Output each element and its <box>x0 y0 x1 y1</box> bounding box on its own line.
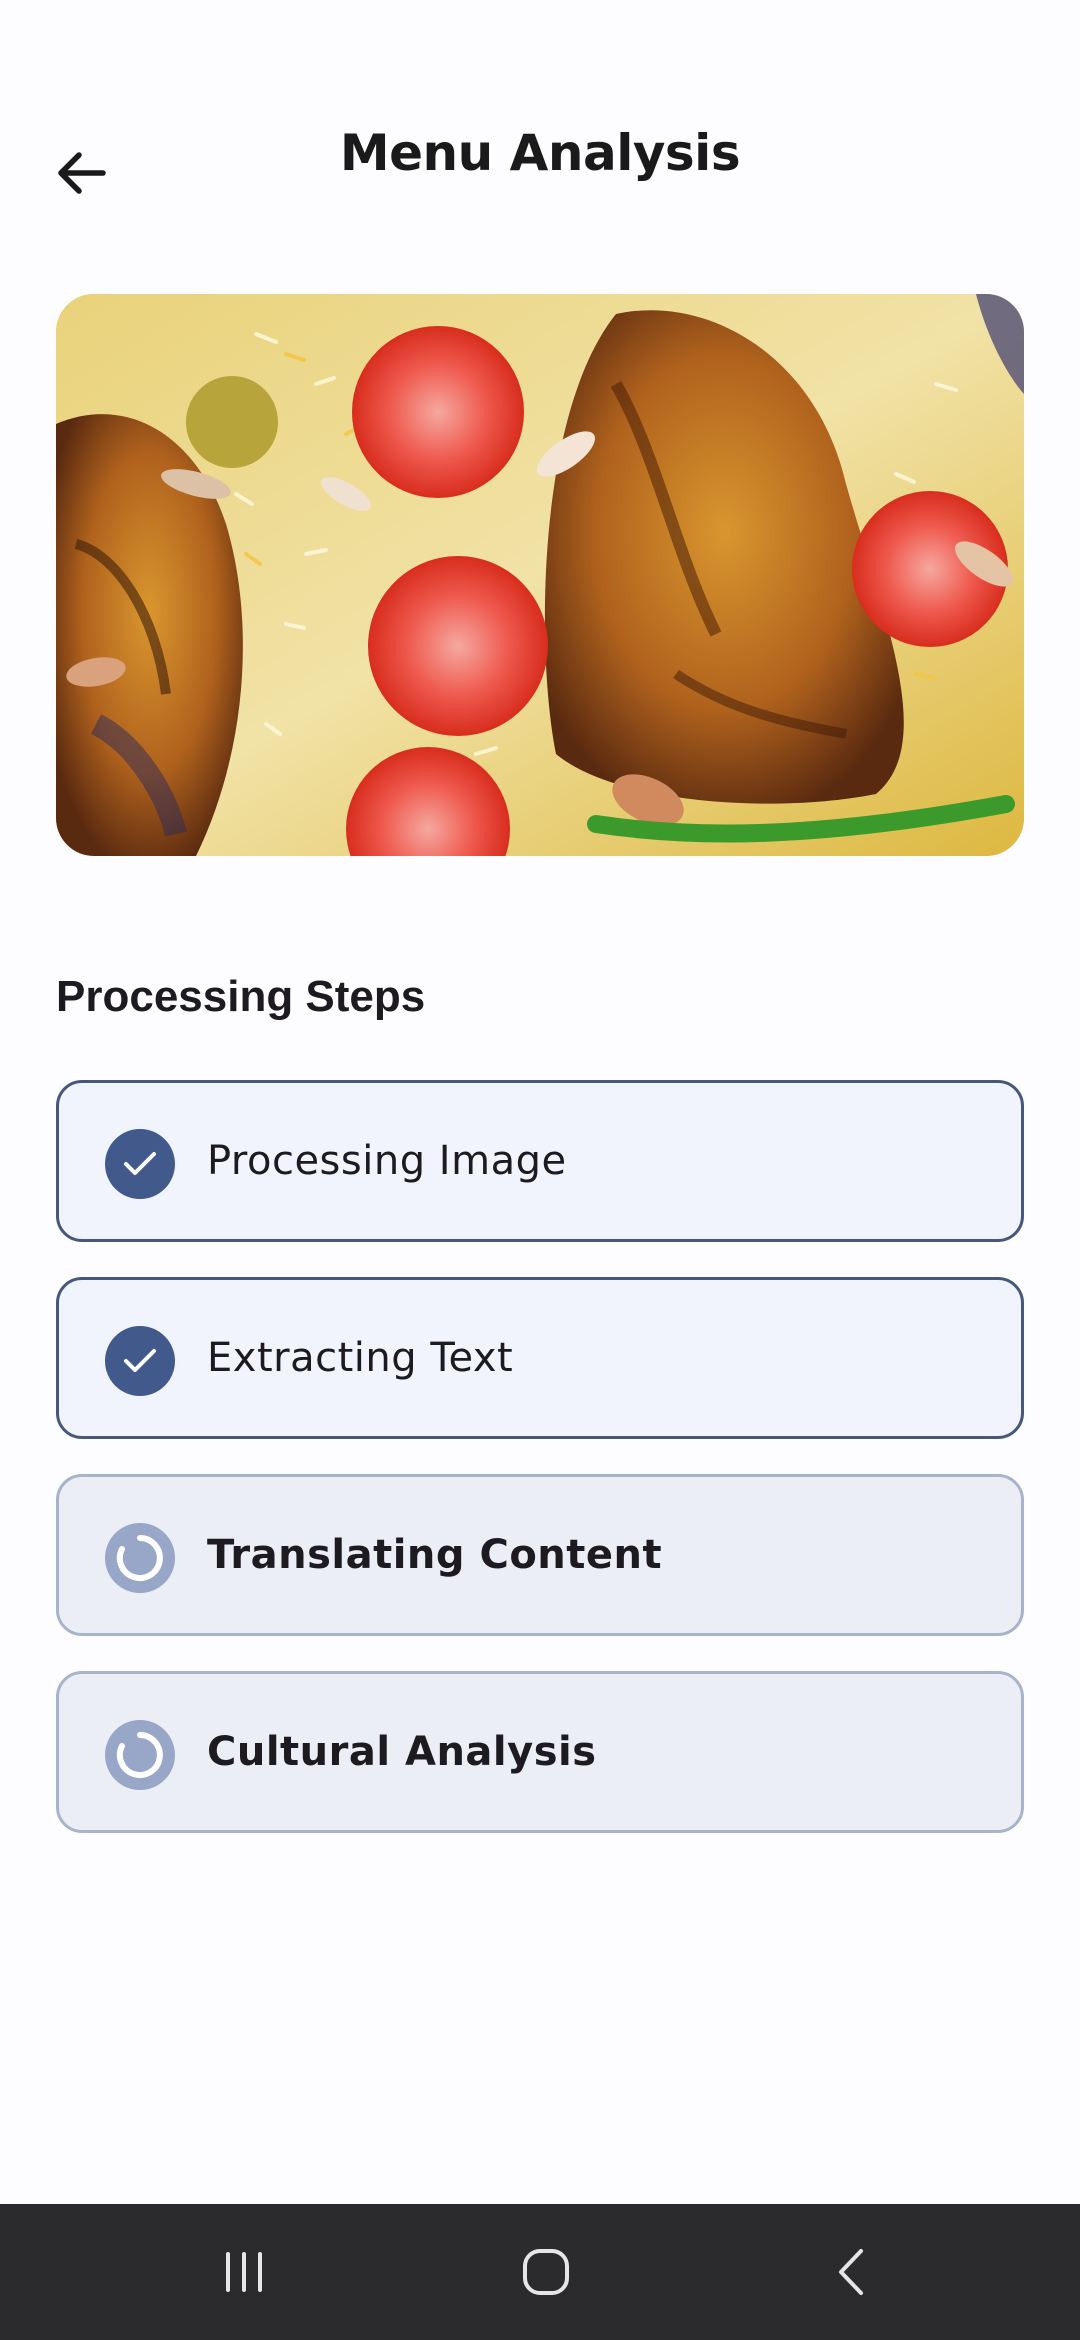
check-icon <box>105 1326 175 1396</box>
step-processing-image: Processing Image <box>56 1080 1024 1242</box>
spinner-icon <box>105 1523 175 1593</box>
back-chevron-icon <box>839 2249 863 2295</box>
step-translating-content: Translating Content <box>56 1474 1024 1636</box>
section-title: Processing Steps <box>56 972 426 1021</box>
recents-button[interactable] <box>194 2232 294 2312</box>
step-cultural-analysis: Cultural Analysis <box>56 1671 1024 1833</box>
step-label: Extracting Text <box>207 1335 514 1381</box>
system-nav-bar <box>0 2204 1080 2340</box>
home-button[interactable] <box>496 2232 596 2312</box>
steps-list: Processing Image Extracting Text Transla… <box>56 1080 1024 1868</box>
spinner-icon <box>105 1720 175 1790</box>
recents-icon <box>226 2252 262 2292</box>
food-photo <box>56 294 1024 856</box>
step-label: Translating Content <box>207 1532 663 1578</box>
app-screen: Menu Analysis Processing Steps Processin… <box>0 0 1080 2340</box>
step-extracting-text: Extracting Text <box>56 1277 1024 1439</box>
header: Menu Analysis <box>0 110 1080 210</box>
page-title: Menu Analysis <box>339 124 741 182</box>
step-label: Processing Image <box>207 1138 567 1184</box>
nav-back-button[interactable] <box>800 2232 900 2312</box>
check-icon <box>105 1129 175 1199</box>
step-label: Cultural Analysis <box>207 1729 597 1775</box>
home-icon <box>523 2249 569 2295</box>
